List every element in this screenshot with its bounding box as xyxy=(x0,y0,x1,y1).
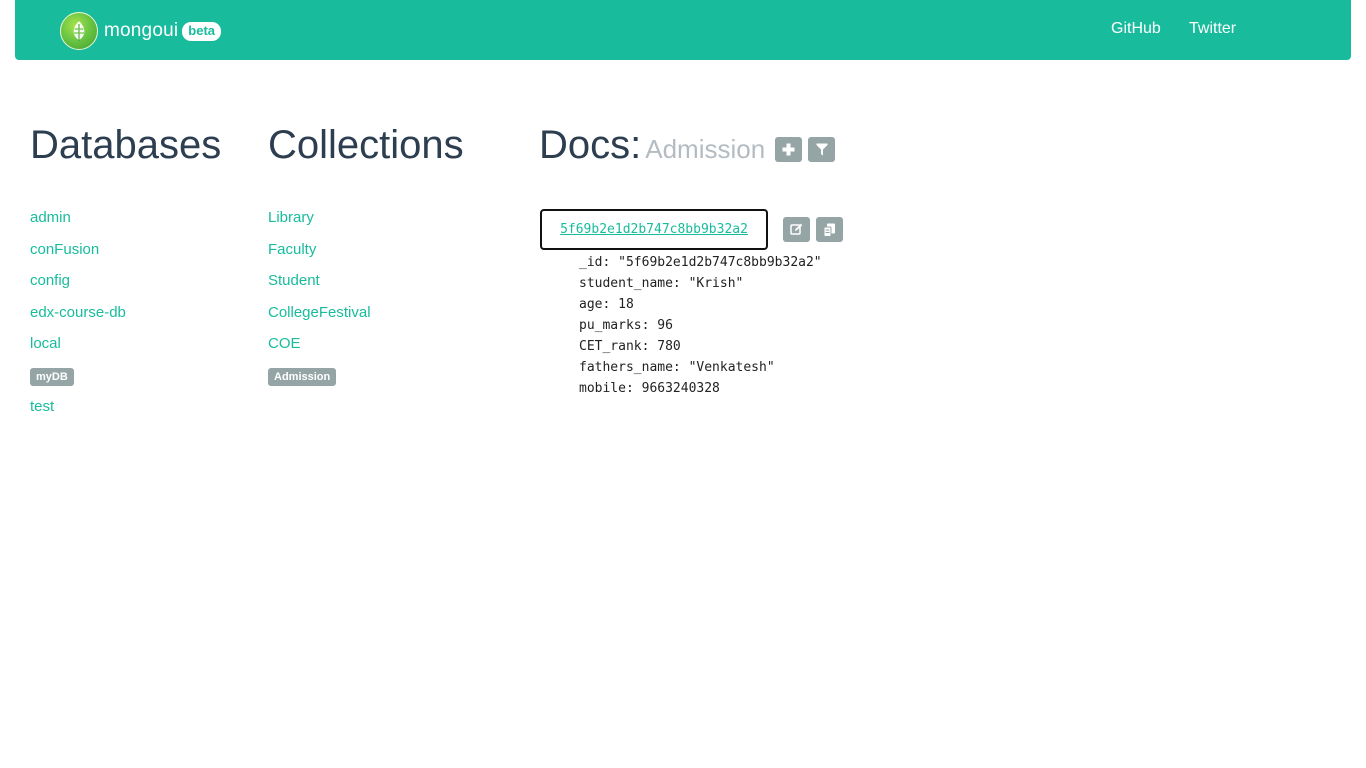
database-active-mydb[interactable]: myDB xyxy=(30,367,74,386)
copy-document-button[interactable] xyxy=(816,217,843,242)
database-link-test[interactable]: test xyxy=(30,398,54,415)
collection-active-admission[interactable]: Admission xyxy=(268,367,337,386)
database-link-confusion[interactable]: conFusion xyxy=(30,241,99,258)
collection-link-faculty[interactable]: Faculty xyxy=(268,241,316,258)
collection-item: Admission xyxy=(268,366,371,398)
clipboard-icon xyxy=(823,223,835,237)
mongodb-leaf-icon xyxy=(60,12,98,50)
collections-heading: Collections xyxy=(268,123,464,167)
document-field-student-name: student_name: "Krish" xyxy=(579,276,744,291)
document-id-box: 5f69b2e1d2b747c8bb9b32a2 xyxy=(540,209,768,250)
document-field-mobile: mobile: 9663240328 xyxy=(579,381,720,396)
github-link[interactable]: GitHub xyxy=(1111,20,1161,38)
collection-item: COE xyxy=(268,334,371,366)
document-id-link[interactable]: 5f69b2e1d2b747c8bb9b32a2 xyxy=(560,222,748,237)
docs-heading: Docs: Admission xyxy=(539,118,765,176)
add-document-button[interactable] xyxy=(775,137,802,162)
document-field-age: age: 18 xyxy=(579,297,634,312)
databases-list: admin conFusion config edx-course-db loc… xyxy=(30,208,126,429)
collections-list: Library Faculty Student CollegeFestival … xyxy=(268,208,371,397)
collection-link-student[interactable]: Student xyxy=(268,272,320,289)
database-link-admin[interactable]: admin xyxy=(30,209,71,226)
brand-link[interactable]: mongoui beta xyxy=(60,12,222,50)
collection-link-coe[interactable]: COE xyxy=(268,335,301,352)
document-field-fathers-name: fathers_name: "Venkatesh" xyxy=(579,360,775,375)
edit-document-button[interactable] xyxy=(783,217,810,242)
database-link-local[interactable]: local xyxy=(30,335,61,352)
edit-icon xyxy=(790,223,803,235)
collections-column: Collections Library Faculty Student Coll… xyxy=(268,118,464,386)
docs-column: Docs: Admission xyxy=(539,118,765,176)
database-link-config[interactable]: config xyxy=(30,272,70,289)
collection-item: Library xyxy=(268,208,371,240)
database-item: myDB xyxy=(30,366,126,398)
database-item: local xyxy=(30,334,126,366)
database-item: edx-course-db xyxy=(30,303,126,335)
document-fields: _id: "5f69b2e1d2b747c8bb9b32a2" student_… xyxy=(579,253,822,400)
filter-icon xyxy=(816,143,827,156)
database-item: conFusion xyxy=(30,240,126,272)
docs-collection-name: Admission xyxy=(645,134,766,164)
databases-column: Databases admin conFusion config edx-cou… xyxy=(30,118,222,415)
twitter-link[interactable]: Twitter xyxy=(1189,20,1236,38)
collection-link-library[interactable]: Library xyxy=(268,209,314,226)
docs-title: Docs: xyxy=(539,123,642,167)
databases-heading: Databases xyxy=(30,123,222,167)
collection-item: Faculty xyxy=(268,240,371,272)
top-navbar: mongoui beta GitHub Twitter xyxy=(15,0,1351,60)
plus-icon xyxy=(782,143,795,156)
database-item: test xyxy=(30,397,126,429)
database-item: admin xyxy=(30,208,126,240)
database-link-edx-course-db[interactable]: edx-course-db xyxy=(30,304,126,321)
collection-item: Student xyxy=(268,271,371,303)
database-item: config xyxy=(30,271,126,303)
collection-item: CollegeFestival xyxy=(268,303,371,335)
filter-button[interactable] xyxy=(808,137,835,162)
beta-badge: beta xyxy=(182,21,222,41)
collection-link-collegefestival[interactable]: CollegeFestival xyxy=(268,304,371,321)
brand-name: mongoui xyxy=(104,20,179,41)
document-field-pu-marks: pu_marks: 96 xyxy=(579,318,673,333)
document-field-cet-rank: CET_rank: 780 xyxy=(579,339,681,354)
document-field-id: _id: "5f69b2e1d2b747c8bb9b32a2" xyxy=(579,255,822,270)
